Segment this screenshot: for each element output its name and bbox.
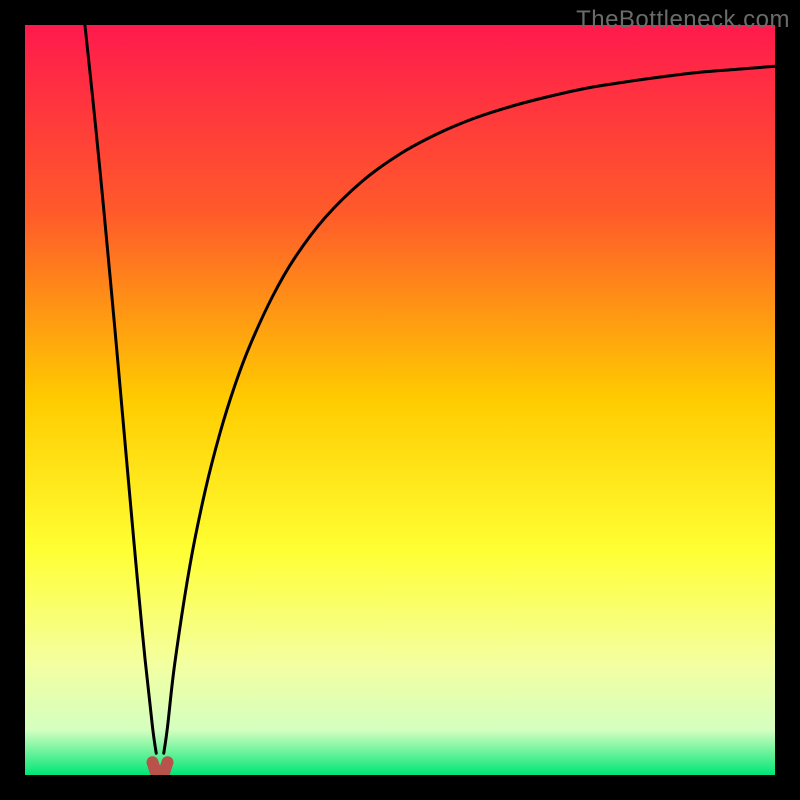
plot-area bbox=[25, 25, 775, 775]
watermark-text: TheBottleneck.com bbox=[576, 6, 790, 34]
gradient-background bbox=[25, 25, 775, 775]
chart-svg bbox=[25, 25, 775, 775]
chart-frame: TheBottleneck.com bbox=[0, 0, 800, 800]
